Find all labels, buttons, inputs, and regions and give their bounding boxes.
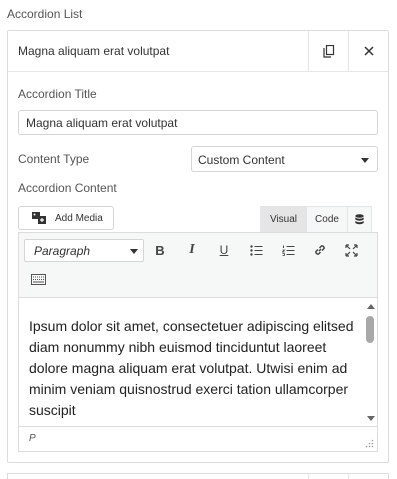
editor-content[interactable]: Ipsum dolor sit amet, consectetuer adipi… bbox=[19, 299, 364, 426]
format-value: Paragraph bbox=[34, 244, 91, 258]
element-path[interactable]: P bbox=[29, 433, 36, 444]
numbered-list-icon bbox=[281, 245, 294, 256]
divider bbox=[308, 474, 309, 479]
format-select[interactable]: Paragraph bbox=[24, 239, 144, 262]
tab-code[interactable]: Code bbox=[307, 206, 348, 232]
tab-visual[interactable]: Visual bbox=[260, 206, 307, 232]
keyboard-icon bbox=[30, 273, 46, 285]
link-button[interactable] bbox=[307, 238, 333, 262]
accordion-title-input[interactable]: Magna aliquam erat volutpat bbox=[18, 110, 378, 135]
editor-statusbar: P bbox=[19, 426, 377, 451]
divider bbox=[348, 474, 349, 479]
content-type-label: Content Type bbox=[18, 152, 90, 166]
scrollbar-thumb[interactable] bbox=[366, 316, 374, 343]
content-type-value: Custom Content bbox=[198, 153, 285, 167]
wysiwyg-editor: Paragraph B I U Ipsum dolor sit amet, co… bbox=[18, 232, 378, 452]
copy-icon bbox=[322, 44, 334, 58]
chevron-down-icon bbox=[130, 249, 138, 254]
remove-button[interactable] bbox=[348, 31, 388, 71]
accordion-item-header[interactable]: Magna aliquam erat volutpat bbox=[8, 31, 388, 72]
scroll-down-arrow-icon[interactable] bbox=[367, 416, 375, 421]
accordion-item: Magna aliquam erat volutpat Accordion Ti… bbox=[7, 30, 389, 463]
numbered-list-button[interactable] bbox=[275, 238, 301, 262]
dynamic-data-button[interactable] bbox=[348, 206, 372, 232]
database-icon bbox=[355, 214, 364, 225]
editor-toolbar: Paragraph B I U bbox=[19, 233, 377, 298]
chevron-down-icon bbox=[361, 158, 369, 163]
close-icon bbox=[363, 46, 374, 56]
italic-icon: I bbox=[189, 242, 195, 257]
bullet-list-button[interactable] bbox=[243, 238, 269, 262]
underline-button[interactable]: U bbox=[211, 238, 237, 262]
link-icon bbox=[315, 245, 325, 255]
section-title: Accordion List bbox=[7, 7, 83, 21]
editor-scrollbar[interactable] bbox=[364, 299, 377, 426]
accordion-item-next[interactable] bbox=[7, 473, 389, 479]
resize-grip-icon[interactable] bbox=[365, 439, 374, 448]
duplicate-button[interactable] bbox=[308, 31, 348, 71]
italic-button[interactable]: I bbox=[179, 238, 205, 262]
content-type-select[interactable]: Custom Content bbox=[191, 146, 378, 172]
add-media-label: Add Media bbox=[55, 212, 103, 224]
bullet-list-icon bbox=[249, 244, 262, 256]
scroll-up-arrow-icon[interactable] bbox=[367, 304, 375, 309]
accordion-content-label: Accordion Content bbox=[18, 181, 117, 195]
fullscreen-button[interactable] bbox=[338, 238, 364, 262]
accordion-item-header-title[interactable]: Magna aliquam erat volutpat bbox=[18, 44, 169, 58]
fullscreen-icon bbox=[344, 243, 358, 257]
underline-icon: U bbox=[219, 243, 229, 257]
editor-tabs: Visual Code bbox=[260, 206, 372, 232]
bold-icon: B bbox=[155, 242, 165, 258]
add-media-icon bbox=[32, 212, 46, 224]
accordion-title-label: Accordion Title bbox=[18, 87, 97, 101]
toolbar-toggle-button[interactable] bbox=[25, 267, 51, 291]
bold-button[interactable]: B bbox=[147, 238, 173, 262]
add-media-button[interactable]: Add Media bbox=[18, 206, 114, 230]
